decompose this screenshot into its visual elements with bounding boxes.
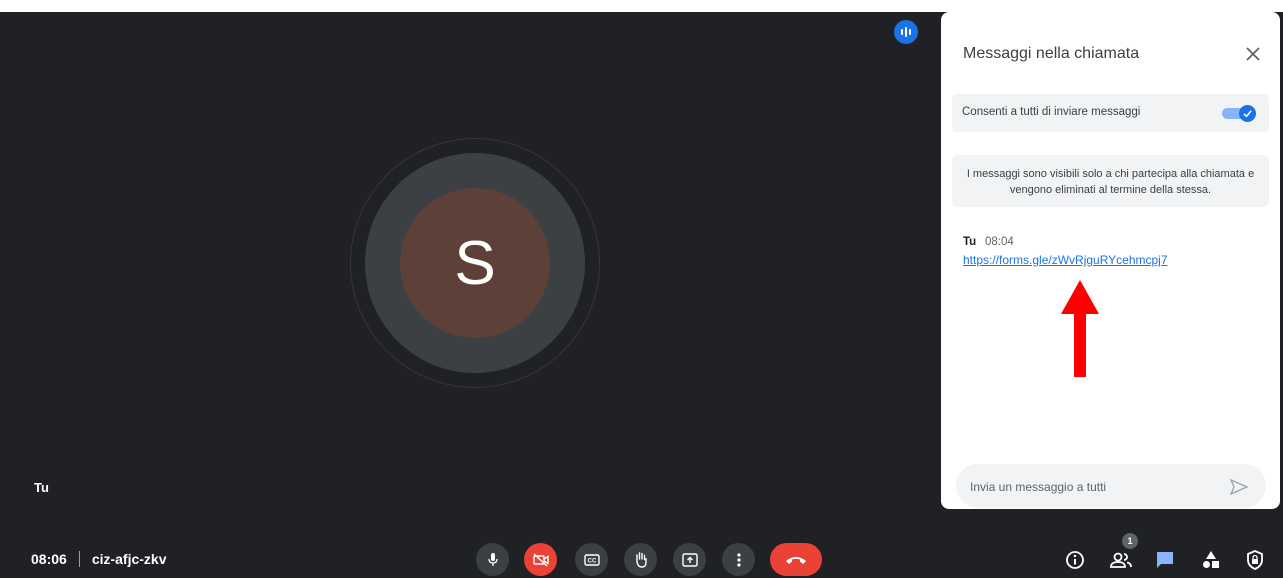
chat-icon: [1157, 552, 1173, 568]
captions-button[interactable]: CC: [575, 543, 608, 576]
close-icon: [1246, 47, 1260, 61]
audio-level-icon: [894, 20, 918, 44]
activities-button[interactable]: [1198, 547, 1224, 573]
message-input[interactable]: [968, 464, 1212, 510]
check-icon: [1243, 110, 1252, 118]
allow-messages-row: Consenti a tutti di inviare messaggi: [952, 94, 1269, 132]
svg-text:CC: CC: [587, 558, 596, 564]
mic-button[interactable]: [476, 543, 509, 576]
meeting-details[interactable]: 08:06 ciz-afjc-zkv: [31, 551, 167, 567]
captions-icon: CC: [583, 553, 600, 566]
meeting-info-button[interactable]: [1062, 547, 1088, 573]
chat-button[interactable]: [1152, 547, 1178, 573]
present-icon: [681, 552, 698, 567]
participant-avatar: S: [400, 188, 550, 338]
annotation-arrow-icon: [1061, 280, 1099, 377]
chat-info-notice: I messaggi sono visibili solo a chi part…: [952, 155, 1269, 207]
camera-button[interactable]: [524, 543, 557, 576]
message-link[interactable]: https://forms.gle/zWvRjguRYcehmcpj7: [963, 253, 1168, 267]
allow-messages-toggle[interactable]: [1222, 105, 1256, 122]
mic-icon: [487, 552, 498, 566]
more-vert-icon: [736, 552, 741, 567]
host-controls-button[interactable]: [1242, 547, 1268, 573]
meeting-clock: 08:06: [31, 551, 67, 567]
present-button[interactable]: [673, 543, 706, 576]
people-icon: [1110, 552, 1132, 568]
info-icon: [1066, 551, 1084, 569]
shield-lock-icon: [1247, 550, 1263, 570]
more-options-button[interactable]: [722, 543, 755, 576]
message-time: 08:04: [985, 236, 1014, 248]
message-sender: Tu: [963, 236, 977, 248]
participants-count-badge: 1: [1122, 533, 1138, 549]
chat-panel: Messaggi nella chiamata Consenti a tutti…: [941, 12, 1280, 510]
panel-title: Messaggi nella chiamata: [963, 45, 1140, 62]
phone-hangup-icon: [786, 556, 806, 564]
participants-button[interactable]: [1108, 547, 1134, 573]
end-call-button[interactable]: [770, 543, 822, 576]
close-panel-button[interactable]: [1241, 42, 1265, 66]
participant-name-label: Tu: [34, 480, 49, 495]
hand-icon: [635, 552, 647, 568]
camera-off-icon: [532, 552, 549, 567]
raise-hand-button[interactable]: [624, 543, 657, 576]
meeting-code: ciz-afjc-zkv: [91, 551, 167, 567]
allow-messages-label: Consenti a tutti di inviare messaggi: [962, 106, 1141, 118]
send-button[interactable]: [1228, 476, 1250, 498]
send-icon: [1230, 479, 1248, 495]
message-composer: [956, 464, 1266, 510]
activities-icon: [1203, 551, 1219, 568]
